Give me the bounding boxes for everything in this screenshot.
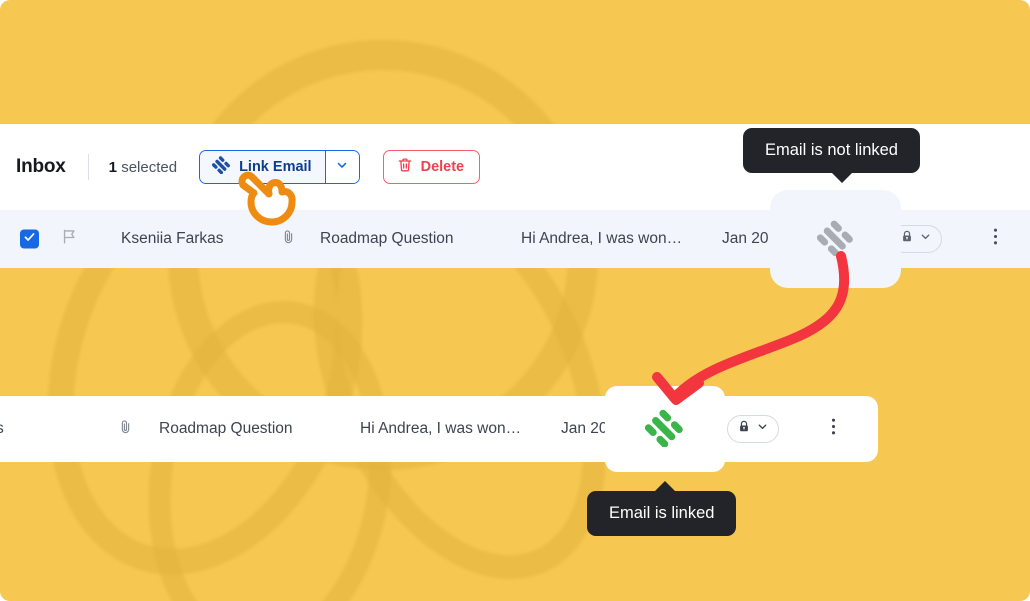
- page-title: Inbox: [16, 156, 66, 177]
- row-preview: Hi Andrea, I was won…: [360, 420, 522, 437]
- row-checkbox[interactable]: [20, 229, 39, 249]
- delete-label: Delete: [420, 159, 465, 175]
- lock-icon: [900, 229, 914, 249]
- kebab-menu-icon[interactable]: [993, 226, 998, 252]
- lock-icon: [737, 419, 751, 439]
- screenshot-stage: Inbox 1 selected Link Email Delete Kseni…: [0, 0, 1030, 601]
- chevron-down-icon: [335, 158, 349, 177]
- row-sender: ia Farkas: [0, 420, 4, 438]
- row-sender: Kseniia Farkas: [121, 230, 224, 247]
- link-email-button[interactable]: Link Email: [200, 151, 325, 183]
- row-preview: Hi Andrea, I was won…: [521, 230, 683, 247]
- link-email-label: Link Email: [239, 159, 312, 175]
- tooltip-email-linked: Email is linked: [587, 481, 737, 536]
- tooltip-email-not-linked: Email is not linked: [743, 128, 920, 183]
- checkmark-icon: [23, 230, 36, 248]
- link-status-highlight-card-linked[interactable]: [605, 386, 725, 472]
- chevron-down-icon: [919, 230, 932, 248]
- row-subject: Roadmap Question: [159, 420, 293, 437]
- selection-count-word: selected: [121, 158, 178, 176]
- logo-slashes-icon-gray: [816, 218, 855, 261]
- row-date: Jan 20: [722, 230, 769, 247]
- curved-arrow-icon: [652, 251, 850, 405]
- logo-slashes-icon-green: [644, 407, 685, 452]
- trash-icon: [397, 157, 413, 178]
- selection-count-number: 1: [108, 158, 118, 176]
- lock-chip[interactable]: [890, 225, 942, 253]
- lock-chip[interactable]: [727, 415, 779, 443]
- row-visibility-chip[interactable]: [890, 225, 942, 253]
- flag-icon[interactable]: [61, 227, 78, 251]
- link-email-dropdown-toggle[interactable]: [324, 151, 359, 183]
- kebab-menu-icon[interactable]: [831, 416, 836, 442]
- paperclip-icon: [118, 418, 133, 440]
- logo-slashes-icon: [212, 155, 231, 179]
- toolbar: Inbox 1 selected Link Email Delete: [16, 124, 481, 210]
- row-date: Jan 20: [561, 420, 608, 437]
- row-subject: Roadmap Question: [320, 230, 454, 247]
- row-visibility-chip[interactable]: [727, 415, 779, 443]
- toolbar-divider: [87, 154, 89, 180]
- selection-count: 1 selected: [109, 159, 177, 176]
- link-status-highlight-card-unlinked[interactable]: [776, 196, 895, 282]
- delete-button[interactable]: Delete: [382, 150, 481, 184]
- link-email-split-button[interactable]: Link Email: [199, 150, 360, 184]
- paperclip-icon: [281, 228, 296, 250]
- chevron-down-icon: [756, 420, 769, 438]
